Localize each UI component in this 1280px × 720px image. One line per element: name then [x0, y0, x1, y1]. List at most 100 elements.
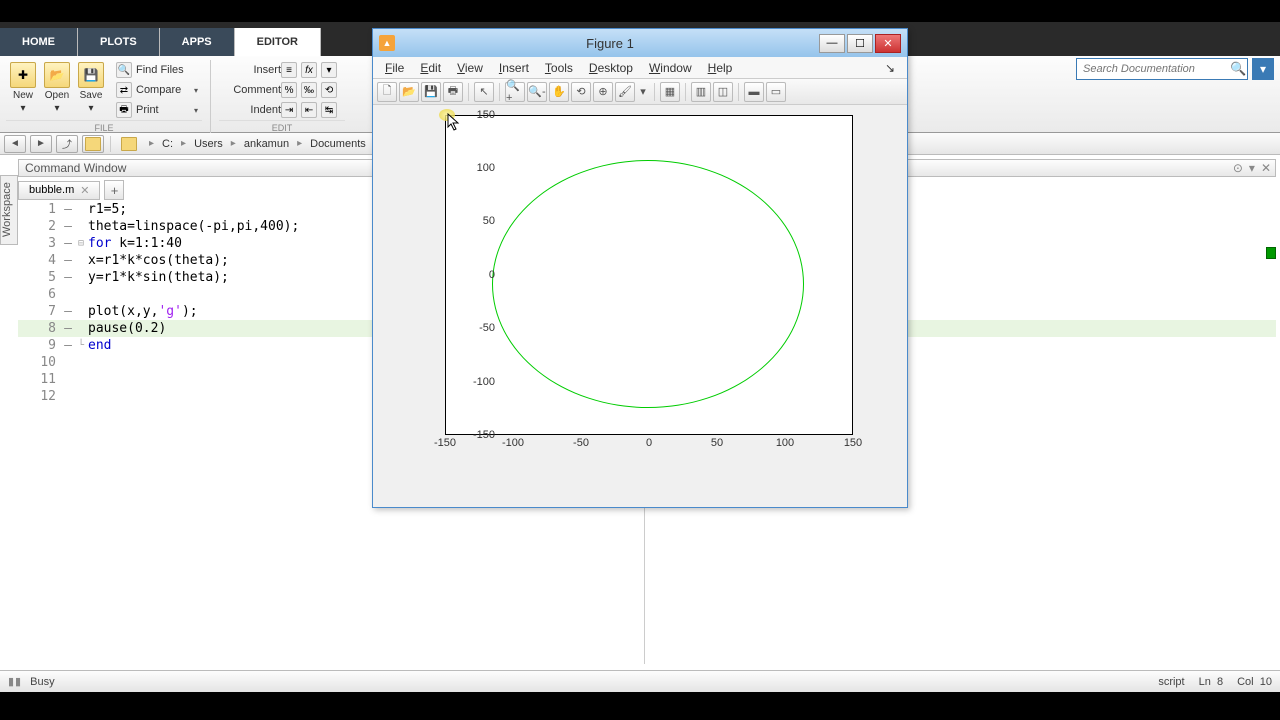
figure-menu-desktop[interactable]: Desktop: [581, 59, 641, 77]
edit-section-label: EDIT: [219, 120, 345, 133]
print-button[interactable]: 🖶Print▾: [112, 100, 202, 120]
axes[interactable]: [445, 115, 853, 435]
figure-minimize-button[interactable]: —: [819, 34, 845, 53]
save-label: Save: [80, 90, 103, 101]
figure-pan-icon[interactable]: ✋: [549, 82, 569, 102]
open-label: Open: [45, 90, 69, 101]
toolstrip-expand-button[interactable]: ▾: [1252, 58, 1274, 80]
insert-button[interactable]: Insert≡fx▾: [219, 60, 345, 80]
path-documents[interactable]: Documents: [310, 138, 366, 150]
cmdwin-close-icon[interactable]: ✕: [1261, 161, 1271, 175]
matlab-icon: ▲: [379, 35, 395, 51]
new-button[interactable]: ✚New▾: [6, 60, 40, 120]
code-line-8: pause(0.2): [88, 320, 166, 337]
code-line-7: plot(x,y,'g');: [88, 303, 198, 320]
figure-open-icon[interactable]: 📂: [399, 82, 419, 102]
figure-menu-help[interactable]: Help: [700, 59, 741, 77]
ytick-neg150: -150: [455, 429, 495, 441]
status-col: Col 10: [1237, 676, 1272, 688]
path-drive[interactable]: C:: [162, 138, 173, 150]
xtick-neg50: -50: [566, 437, 596, 449]
status-line: Ln 8: [1199, 676, 1224, 688]
cmdwin-dropdown-icon[interactable]: ⊙: [1233, 161, 1243, 175]
plot-circle: [492, 160, 804, 408]
search-documentation[interactable]: 🔍: [1076, 58, 1248, 80]
browse-button[interactable]: [82, 135, 104, 153]
ytick-0: 0: [455, 269, 495, 281]
figure-datacursor-icon[interactable]: ⊕: [593, 82, 613, 102]
compare-label: Compare: [136, 84, 194, 96]
figure-close-button[interactable]: ✕: [875, 34, 901, 53]
search-icon[interactable]: 🔍: [1229, 61, 1247, 77]
figure-insertlegend-icon[interactable]: ◫: [713, 82, 733, 102]
file-tab-bubble[interactable]: bubble.m ✕: [18, 181, 100, 200]
code-line-5: y=r1*k*sin(theta);: [88, 269, 229, 286]
figure-legend-icon[interactable]: ▥: [691, 82, 711, 102]
code-analyzer-indicator[interactable]: [1266, 247, 1276, 259]
figure-link-icon[interactable]: ▾: [637, 82, 649, 102]
figure-menu-dock-icon[interactable]: ↘: [877, 59, 903, 77]
figure-hideplot-icon[interactable]: ▬: [744, 82, 764, 102]
xtick-neg150: -150: [430, 437, 460, 449]
figure-menu-window[interactable]: Window: [641, 59, 700, 77]
status-script: script: [1158, 676, 1184, 688]
tab-plots[interactable]: PLOTS: [78, 28, 160, 56]
figure-menu-view[interactable]: View: [449, 59, 491, 77]
code-line-4: x=r1*k*cos(theta);: [88, 252, 229, 269]
workspace-tab[interactable]: Workspace: [0, 175, 18, 245]
file-section-label: FILE: [6, 120, 202, 133]
xtick-50: 50: [702, 437, 732, 449]
cmdwin-undock-icon[interactable]: ▾: [1249, 161, 1255, 175]
figure-menu-file[interactable]: File: [377, 59, 412, 77]
figure-menu-tools[interactable]: Tools: [537, 59, 581, 77]
xtick-0: 0: [634, 437, 664, 449]
code-line-9: end: [88, 337, 111, 354]
find-files-label: Find Files: [136, 64, 194, 76]
tab-home[interactable]: HOME: [0, 28, 78, 56]
path-user[interactable]: ankamun: [244, 138, 289, 150]
figure-menu-insert[interactable]: Insert: [491, 59, 537, 77]
ytick-neg50: -50: [455, 322, 495, 334]
figure-titlebar[interactable]: ▲ Figure 1 — ☐ ✕: [373, 29, 907, 57]
search-input[interactable]: [1077, 61, 1229, 77]
ytick-150: 150: [455, 109, 495, 121]
open-button[interactable]: 📂Open▾: [40, 60, 74, 120]
editor-file-tabs: bubble.m ✕ +: [18, 179, 124, 201]
figure-menu-edit[interactable]: Edit: [412, 59, 449, 77]
figure-pointer-icon[interactable]: ↖: [474, 82, 494, 102]
print-label: Print: [136, 104, 194, 116]
figure-print-icon[interactable]: 🖶: [443, 82, 463, 102]
code-line-2: theta=linspace(-pi,pi,400);: [88, 218, 299, 235]
tab-apps[interactable]: APPS: [160, 28, 235, 56]
figure-zoomout-icon[interactable]: 🔍-: [527, 82, 547, 102]
up-button[interactable]: ⤴: [56, 135, 78, 153]
figure-rotate-icon[interactable]: ⟲: [571, 82, 591, 102]
figure-showplot-icon[interactable]: ▭: [766, 82, 786, 102]
back-button[interactable]: ◄: [4, 135, 26, 153]
tab-editor[interactable]: EDITOR: [235, 28, 321, 56]
ytick-50: 50: [455, 215, 495, 227]
xtick-150: 150: [838, 437, 868, 449]
file-tab-close-icon[interactable]: ✕: [80, 184, 89, 197]
find-files-button[interactable]: 🔍Find Files: [112, 60, 202, 80]
figure-window[interactable]: ▲ Figure 1 — ☐ ✕ File Edit View Insert T…: [372, 28, 908, 508]
figure-brush-icon[interactable]: 🖌: [615, 82, 635, 102]
compare-button[interactable]: ⇄Compare▾: [112, 80, 202, 100]
forward-button[interactable]: ►: [30, 135, 52, 153]
figure-new-icon[interactable]: 🗋: [377, 82, 397, 102]
status-busy: Busy: [30, 676, 54, 688]
figure-axes-area: 150 100 50 0 -50 -100 -150 -150 -100 -50…: [373, 105, 907, 507]
figure-colorbar-icon[interactable]: ▦: [660, 82, 680, 102]
comment-button[interactable]: Comment%‰⟲: [219, 80, 345, 100]
figure-menubar: File Edit View Insert Tools Desktop Wind…: [373, 57, 907, 79]
path-users[interactable]: Users: [194, 138, 223, 150]
file-tab-add-button[interactable]: +: [104, 180, 124, 200]
indent-button[interactable]: Indent⇥⇤↹: [219, 100, 345, 120]
figure-zoomin-icon[interactable]: 🔍+: [505, 82, 525, 102]
figure-toolbar: 🗋 📂 💾 🖶 ↖ 🔍+ 🔍- ✋ ⟲ ⊕ 🖌 ▾ ▦ ▥ ◫ ▬ ▭: [373, 79, 907, 105]
figure-save-icon[interactable]: 💾: [421, 82, 441, 102]
figure-maximize-button[interactable]: ☐: [847, 34, 873, 53]
command-window-title: Command Window: [25, 161, 126, 175]
save-button[interactable]: 💾Save▾: [74, 60, 108, 120]
code-line-1: r1=5;: [88, 201, 127, 218]
